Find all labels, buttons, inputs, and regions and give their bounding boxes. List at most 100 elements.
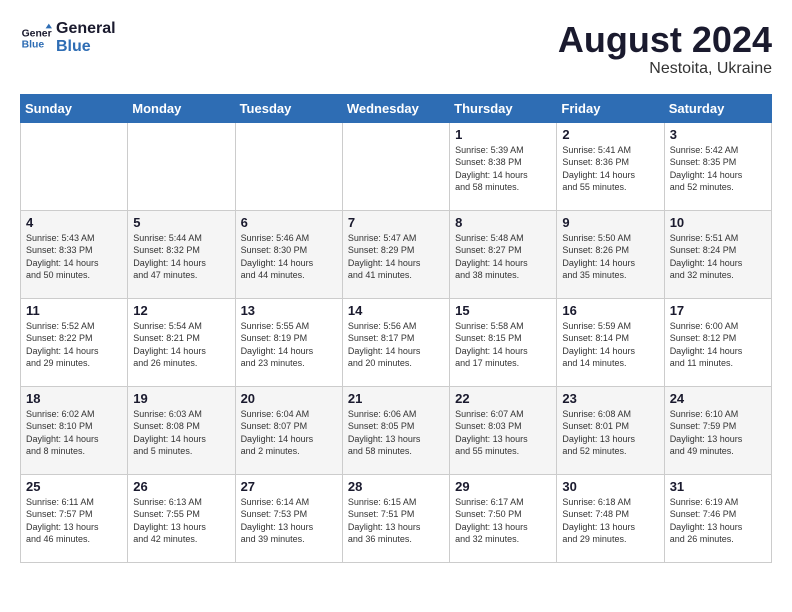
calendar-day-cell: 12 Sunrise: 5:54 AM Sunset: 8:21 PM Dayli…	[128, 298, 235, 386]
day-number: 22	[455, 391, 551, 406]
calendar-day-cell: 22Sunrise: 6:07 AM Sunset: 8:03 PM Dayli…	[450, 386, 557, 474]
calendar-day-cell	[128, 122, 235, 210]
day-info: Sunrise: 5:58 AM Sunset: 8:15 PM Dayligh…	[455, 320, 551, 370]
day-number: 21	[348, 391, 444, 406]
day-number: 19	[133, 391, 229, 406]
day-number: 20	[241, 391, 337, 406]
day-number: 10	[670, 215, 766, 230]
calendar-day-cell: 3 Sunrise: 5:42 AM Sunset: 8:35 PM Daylig…	[664, 122, 771, 210]
day-number: 4	[26, 215, 122, 230]
page-header: General Blue General Blue August 2024 Ne…	[20, 20, 772, 78]
calendar-day-cell: 2 Sunrise: 5:41 AM Sunset: 8:36 PM Daylig…	[557, 122, 664, 210]
logo: General Blue General Blue	[20, 20, 116, 55]
calendar-day-cell: 28 Sunrise: 6:15 AM Sunset: 7:51 PM Dayli…	[342, 474, 449, 562]
calendar-day-cell: 5 Sunrise: 5:44 AM Sunset: 8:32 PM Daylig…	[128, 210, 235, 298]
calendar-day-cell: 20Sunrise: 6:04 AM Sunset: 8:07 PM Dayli…	[235, 386, 342, 474]
calendar-day-cell: 17Sunrise: 6:00 AM Sunset: 8:12 PM Dayli…	[664, 298, 771, 386]
calendar-day-cell: 4Sunrise: 5:43 AM Sunset: 8:33 PM Daylig…	[21, 210, 128, 298]
calendar-day-cell: 26Sunrise: 6:13 AM Sunset: 7:55 PM Dayli…	[128, 474, 235, 562]
day-info: Sunrise: 6:06 AM Sunset: 8:05 PM Dayligh…	[348, 408, 444, 458]
day-info: Sunrise: 6:15 AM Sunset: 7:51 PM Dayligh…	[348, 496, 444, 546]
calendar-day-cell: 19 Sunrise: 6:03 AM Sunset: 8:08 PM Dayli…	[128, 386, 235, 474]
calendar-day-cell: 15 Sunrise: 5:58 AM Sunset: 8:15 PM Dayli…	[450, 298, 557, 386]
day-info: Sunrise: 6:17 AM Sunset: 7:50 PM Dayligh…	[455, 496, 551, 546]
day-number: 16	[562, 303, 658, 318]
calendar-day-cell: 11Sunrise: 5:52 AM Sunset: 8:22 PM Dayli…	[21, 298, 128, 386]
weekday-monday: Monday	[128, 94, 235, 122]
day-info: Sunrise: 5:59 AM Sunset: 8:14 PM Dayligh…	[562, 320, 658, 370]
day-info: Sunrise: 5:42 AM Sunset: 8:35 PM Dayligh…	[670, 144, 766, 194]
day-info: Sunrise: 5:51 AM Sunset: 8:24 PM Dayligh…	[670, 232, 766, 282]
weekday-sunday: Sunday	[21, 94, 128, 122]
month-year-title: August 2024	[558, 20, 772, 60]
calendar-day-cell: 7 Sunrise: 5:47 AM Sunset: 8:29 PM Daylig…	[342, 210, 449, 298]
calendar-day-cell	[21, 122, 128, 210]
weekday-header-row: SundayMondayTuesdayWednesdayThursdayFrid…	[21, 94, 772, 122]
calendar-day-cell: 14 Sunrise: 5:56 AM Sunset: 8:17 PM Dayli…	[342, 298, 449, 386]
day-number: 29	[455, 479, 551, 494]
day-number: 9	[562, 215, 658, 230]
day-info: Sunrise: 5:39 AM Sunset: 8:38 PM Dayligh…	[455, 144, 551, 194]
day-info: Sunrise: 5:54 AM Sunset: 8:21 PM Dayligh…	[133, 320, 229, 370]
calendar-day-cell: 27Sunrise: 6:14 AM Sunset: 7:53 PM Dayli…	[235, 474, 342, 562]
logo-blue: Blue	[56, 38, 116, 56]
weekday-wednesday: Wednesday	[342, 94, 449, 122]
calendar-day-cell: 1 Sunrise: 5:39 AM Sunset: 8:38 PM Daylig…	[450, 122, 557, 210]
day-number: 1	[455, 127, 551, 142]
day-info: Sunrise: 5:50 AM Sunset: 8:26 PM Dayligh…	[562, 232, 658, 282]
day-info: Sunrise: 6:19 AM Sunset: 7:46 PM Dayligh…	[670, 496, 766, 546]
day-number: 31	[670, 479, 766, 494]
logo-general: General	[56, 20, 116, 38]
day-number: 7	[348, 215, 444, 230]
calendar-day-cell: 8 Sunrise: 5:48 AM Sunset: 8:27 PM Daylig…	[450, 210, 557, 298]
day-number: 3	[670, 127, 766, 142]
calendar-day-cell: 30Sunrise: 6:18 AM Sunset: 7:48 PM Dayli…	[557, 474, 664, 562]
calendar-day-cell: 18Sunrise: 6:02 AM Sunset: 8:10 PM Dayli…	[21, 386, 128, 474]
day-info: Sunrise: 5:44 AM Sunset: 8:32 PM Dayligh…	[133, 232, 229, 282]
calendar-day-cell: 21 Sunrise: 6:06 AM Sunset: 8:05 PM Dayli…	[342, 386, 449, 474]
calendar-day-cell: 25Sunrise: 6:11 AM Sunset: 7:57 PM Dayli…	[21, 474, 128, 562]
calendar-day-cell: 13 Sunrise: 5:55 AM Sunset: 8:19 PM Dayli…	[235, 298, 342, 386]
day-number: 13	[241, 303, 337, 318]
day-info: Sunrise: 6:03 AM Sunset: 8:08 PM Dayligh…	[133, 408, 229, 458]
calendar-week-row: 4Sunrise: 5:43 AM Sunset: 8:33 PM Daylig…	[21, 210, 772, 298]
weekday-thursday: Thursday	[450, 94, 557, 122]
day-number: 14	[348, 303, 444, 318]
day-number: 15	[455, 303, 551, 318]
calendar-day-cell: 24 Sunrise: 6:10 AM Sunset: 7:59 PM Dayli…	[664, 386, 771, 474]
calendar-day-cell: 9 Sunrise: 5:50 AM Sunset: 8:26 PM Daylig…	[557, 210, 664, 298]
location-subtitle: Nestoita, Ukraine	[558, 60, 772, 78]
day-info: Sunrise: 5:48 AM Sunset: 8:27 PM Dayligh…	[455, 232, 551, 282]
day-info: Sunrise: 6:18 AM Sunset: 7:48 PM Dayligh…	[562, 496, 658, 546]
day-number: 26	[133, 479, 229, 494]
calendar-table: SundayMondayTuesdayWednesdayThursdayFrid…	[20, 94, 772, 563]
calendar-day-cell: 23Sunrise: 6:08 AM Sunset: 8:01 PM Dayli…	[557, 386, 664, 474]
day-number: 27	[241, 479, 337, 494]
day-number: 5	[133, 215, 229, 230]
calendar-week-row: 11Sunrise: 5:52 AM Sunset: 8:22 PM Dayli…	[21, 298, 772, 386]
day-number: 8	[455, 215, 551, 230]
calendar-body: 1 Sunrise: 5:39 AM Sunset: 8:38 PM Daylig…	[21, 122, 772, 562]
weekday-saturday: Saturday	[664, 94, 771, 122]
day-info: Sunrise: 5:56 AM Sunset: 8:17 PM Dayligh…	[348, 320, 444, 370]
calendar-day-cell: 29 Sunrise: 6:17 AM Sunset: 7:50 PM Dayli…	[450, 474, 557, 562]
day-number: 17	[670, 303, 766, 318]
calendar-day-cell	[342, 122, 449, 210]
day-info: Sunrise: 6:10 AM Sunset: 7:59 PM Dayligh…	[670, 408, 766, 458]
day-info: Sunrise: 6:11 AM Sunset: 7:57 PM Dayligh…	[26, 496, 122, 546]
day-info: Sunrise: 5:55 AM Sunset: 8:19 PM Dayligh…	[241, 320, 337, 370]
weekday-friday: Friday	[557, 94, 664, 122]
svg-text:General: General	[22, 28, 52, 39]
day-number: 28	[348, 479, 444, 494]
title-block: August 2024 Nestoita, Ukraine	[558, 20, 772, 78]
calendar-day-cell: 16 Sunrise: 5:59 AM Sunset: 8:14 PM Dayli…	[557, 298, 664, 386]
calendar-day-cell: 10 Sunrise: 5:51 AM Sunset: 8:24 PM Dayli…	[664, 210, 771, 298]
calendar-day-cell: 31 Sunrise: 6:19 AM Sunset: 7:46 PM Dayli…	[664, 474, 771, 562]
day-number: 23	[562, 391, 658, 406]
day-number: 2	[562, 127, 658, 142]
day-number: 12	[133, 303, 229, 318]
day-info: Sunrise: 5:47 AM Sunset: 8:29 PM Dayligh…	[348, 232, 444, 282]
day-info: Sunrise: 5:41 AM Sunset: 8:36 PM Dayligh…	[562, 144, 658, 194]
calendar-week-row: 25Sunrise: 6:11 AM Sunset: 7:57 PM Dayli…	[21, 474, 772, 562]
day-number: 24	[670, 391, 766, 406]
